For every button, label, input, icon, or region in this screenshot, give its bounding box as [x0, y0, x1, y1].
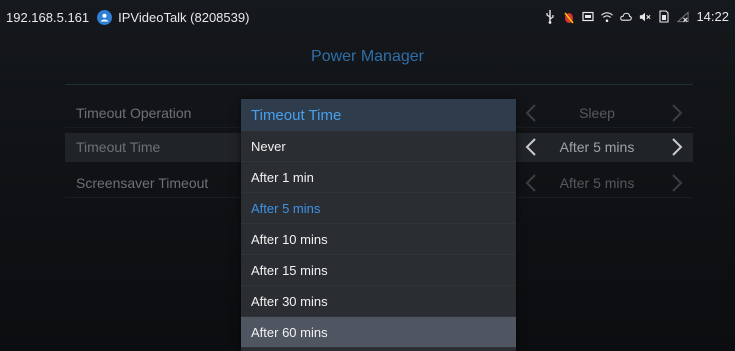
- setting-value: After 5 mins: [559, 139, 635, 155]
- sim-icon: [658, 10, 670, 24]
- wifi-icon: [601, 10, 614, 24]
- setting-value: After 5 mins: [559, 175, 635, 191]
- timeout-time-dropdown: Timeout Time Never After 1 min After 5 m…: [241, 99, 516, 351]
- chevron-right-icon[interactable]: [670, 173, 684, 193]
- dropdown-title: Timeout Time: [241, 99, 516, 131]
- screen: 192.168.5.161 IPVideoTalk (8208539) 14:2…: [0, 0, 735, 351]
- page-title: Power Manager: [311, 48, 424, 65]
- option-never[interactable]: Never: [241, 131, 516, 162]
- setting-label: Timeout Operation: [76, 105, 192, 121]
- account-icon: [97, 10, 113, 25]
- chevron-right-icon[interactable]: [670, 103, 684, 123]
- usb-icon: [544, 9, 556, 24]
- clock: 14:22: [696, 9, 729, 24]
- setting-value: Sleep: [579, 105, 615, 121]
- ip-address: 192.168.5.161: [6, 10, 90, 25]
- status-left: 192.168.5.161 IPVideoTalk (8208539): [6, 10, 249, 25]
- setting-label: Timeout Time: [76, 139, 161, 155]
- mute-icon: [639, 10, 651, 24]
- cast-icon: [582, 10, 595, 24]
- status-right: 14:22: [544, 9, 729, 24]
- setting-label: Screensaver Timeout: [76, 175, 209, 191]
- option-after-1-min[interactable]: After 1 min: [241, 162, 516, 193]
- no-signal-icon: [677, 10, 690, 24]
- option-after-60-mins[interactable]: After 60 mins: [241, 317, 516, 348]
- cloud-icon: [620, 10, 633, 24]
- option-after-10-mins[interactable]: After 10 mins: [241, 224, 516, 255]
- app-name: IPVideoTalk (8208539): [118, 10, 250, 25]
- option-after-30-mins[interactable]: After 30 mins: [241, 286, 516, 317]
- debug-icon: [563, 10, 575, 24]
- option-after-15-mins[interactable]: After 15 mins: [241, 255, 516, 286]
- title-divider: [65, 84, 693, 85]
- status-bar: 192.168.5.161 IPVideoTalk (8208539) 14:2…: [0, 0, 735, 34]
- option-after-5-mins[interactable]: After 5 mins: [241, 193, 516, 224]
- chevron-right-icon[interactable]: [670, 137, 684, 157]
